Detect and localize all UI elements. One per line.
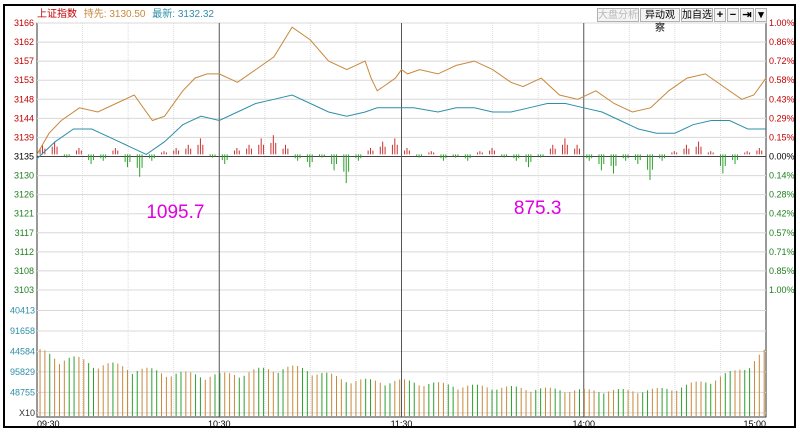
percent-tick-label: 0.85%: [769, 266, 795, 276]
prev-close-label: 持先:: [83, 9, 107, 20]
percent-tick-label: 0.15%: [769, 132, 795, 142]
turnover-annotation: 875.3: [514, 198, 562, 219]
price-tick-label: 3121: [14, 209, 34, 219]
time-tick-label: 10:30: [208, 419, 231, 429]
volume-tick-label: 40413: [10, 305, 35, 315]
index-name: 上证指数: [37, 9, 77, 20]
latest-label: 最新:: [152, 9, 176, 20]
percent-tick-label: 0.00%: [769, 152, 795, 162]
price-tick-label: 3108: [14, 266, 34, 276]
price-tick-label: 3162: [14, 37, 34, 47]
percent-tick-label: 0.57%: [769, 228, 795, 238]
percent-tick-label: 0.58%: [769, 75, 795, 85]
price-tick-label: 3135: [14, 152, 34, 162]
price-tick-label: 3139: [14, 132, 34, 142]
percent-tick-label: 0.43%: [769, 94, 795, 104]
price-tick-label: 3103: [14, 285, 34, 295]
volume-tick-label: 44584: [10, 346, 35, 356]
chart-header: 上证指数 持先: 3130.50 最新: 3132.32: [37, 8, 214, 22]
price-tick-label: 3126: [14, 190, 34, 200]
minus-icon[interactable]: −: [727, 8, 739, 22]
percent-tick-label: 1.00%: [769, 285, 795, 295]
latest-value: 3132.32: [177, 9, 214, 20]
percent-tick-label: 1.00%: [769, 18, 795, 28]
market-analysis-button[interactable]: 大盘分析: [597, 8, 639, 22]
price-tick-label: 3166: [14, 18, 34, 28]
dropdown-icon[interactable]: ▾: [755, 8, 767, 22]
percent-tick-label: 0.72%: [769, 56, 795, 66]
percent-tick-label: 0.14%: [769, 171, 795, 181]
volume-tick-label: 48755: [10, 387, 35, 397]
prev-close-value: 3130.50: [109, 9, 146, 20]
turnover-annotation: 1095.7: [146, 202, 204, 223]
percent-tick-label: 0.42%: [769, 209, 795, 219]
price-tick-label: 3130: [14, 171, 34, 181]
time-tick-label: 15:00: [743, 419, 766, 429]
percent-tick-label: 0.71%: [769, 247, 795, 257]
time-tick-label: 11:30: [391, 419, 413, 429]
price-tick-label: 3148: [14, 94, 34, 104]
price-tick-label: 3153: [14, 75, 34, 85]
price-tick-label: 3112: [15, 247, 34, 257]
anomaly-watch-button[interactable]: 异动观察: [640, 8, 680, 34]
volume-tick-label: 95829: [10, 367, 35, 377]
plus-icon[interactable]: +: [714, 8, 726, 22]
volume-tick-label: 91658: [10, 326, 35, 336]
time-tick-label: 14:00: [572, 419, 595, 429]
price-tick-label: 3144: [14, 113, 34, 123]
add-watchlist-button[interactable]: 加自选: [681, 8, 713, 22]
volume-tick-label: X10: [19, 408, 35, 418]
percent-tick-label: 0.28%: [769, 190, 795, 200]
time-tick-label: 09:30: [37, 419, 60, 429]
percent-tick-label: 0.86%: [769, 37, 795, 47]
price-tick-label: 3117: [15, 228, 34, 238]
jump-end-icon[interactable]: ⇥: [740, 8, 754, 22]
intraday-chart: 3166 3162 3157 3153 3148 3144 3139 3135 3130 3126…: [10, 18, 795, 429]
price-tick-label: 3157: [14, 56, 34, 66]
percent-tick-label: 0.29%: [769, 113, 795, 123]
